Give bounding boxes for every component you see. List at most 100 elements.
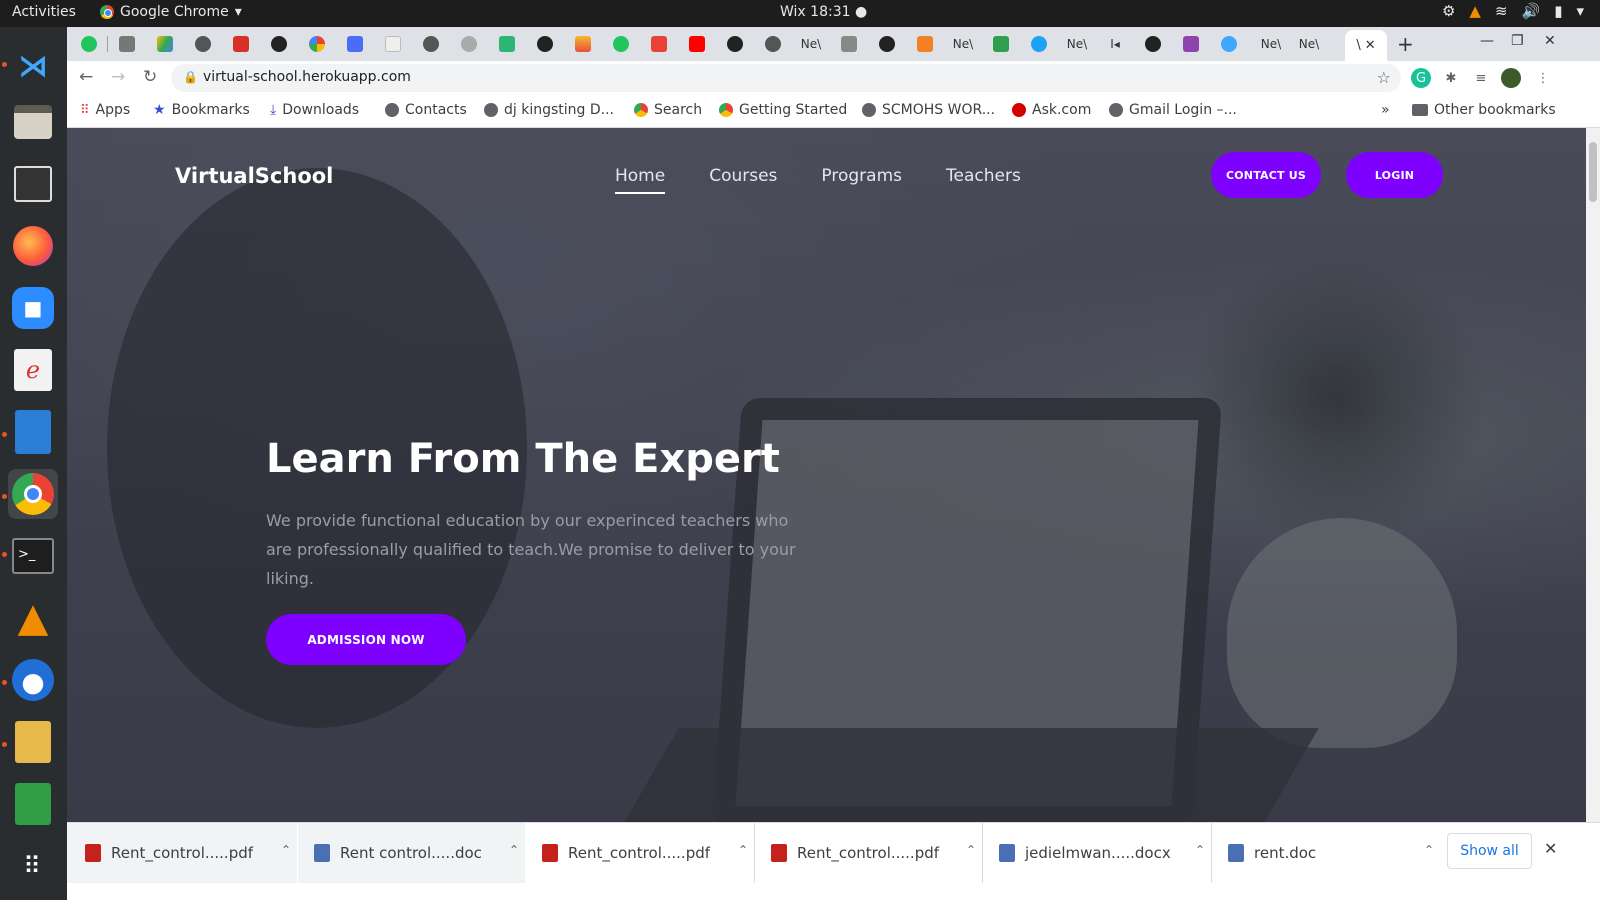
tab[interactable]: Ne\ [947,33,979,55]
chevron-up-icon[interactable]: ⌃ [1195,843,1205,857]
forward-icon[interactable]: → [111,67,125,87]
extension-indicator-icon[interactable]: ⚙ [1442,2,1455,20]
video-editor-icon[interactable] [8,159,58,209]
chrome-dock-icon[interactable] [8,469,58,519]
tab[interactable] [605,33,637,55]
tab[interactable] [377,33,409,55]
menu-kebab-icon[interactable]: ⋮ [1533,68,1553,88]
tab[interactable] [491,33,523,55]
nav-programs[interactable]: Programs [821,166,902,186]
download-item[interactable]: Rent_control.....pdf ⌃ [67,823,297,883]
other-bookmarks[interactable]: Other bookmarks [1412,102,1556,118]
admission-now-button[interactable]: ADMISSION NOW [266,614,466,665]
activities-button[interactable]: Activities [12,4,76,20]
calc-icon[interactable] [8,779,58,829]
bookmark-star-icon[interactable]: ☆ [1377,68,1391,87]
maximize-icon[interactable]: ❐ [1511,33,1524,49]
new-tab-button[interactable]: + [1397,32,1414,56]
firefox-icon[interactable] [8,221,58,271]
close-window-icon[interactable]: ✕ [1544,33,1556,49]
tab[interactable]: Ne\ [1293,33,1325,55]
tab[interactable] [339,33,371,55]
nav-home[interactable]: Home [615,166,666,194]
chevron-up-icon[interactable]: ⌃ [509,843,519,857]
tab[interactable] [567,33,599,55]
bookmark-contacts[interactable]: Contacts [385,102,467,118]
tab[interactable] [1023,33,1055,55]
clock[interactable]: Wix 18:31 ● [780,4,867,20]
tab[interactable] [73,33,105,55]
download-item[interactable]: Rent control.....doc ⌃ [298,823,525,883]
contact-us-button[interactable]: CONTACT US [1211,152,1321,198]
download-item[interactable]: rent.doc ⌃ [1212,823,1440,883]
site-logo[interactable]: VirtualSchool [175,164,333,188]
vlc-tray-icon[interactable]: ▲ [1469,2,1481,20]
files-icon[interactable] [8,97,58,147]
tab[interactable]: Ne\ [1255,33,1287,55]
bookmark-bookmarks[interactable]: ★ Bookmarks [153,102,250,118]
show-all-button[interactable]: Show all [1447,833,1532,869]
tab[interactable] [681,33,713,55]
terminal-icon[interactable]: >_ [8,531,58,581]
media-control-icon[interactable]: ≡ [1471,68,1491,88]
tab[interactable] [871,33,903,55]
chevron-down-icon[interactable]: ▾ [1576,2,1584,20]
thunderbird-icon[interactable] [8,655,58,705]
tab[interactable]: I ◂ [1099,33,1131,55]
zoom-icon[interactable]: ■ [8,283,58,333]
tab[interactable] [453,33,485,55]
chevron-up-icon[interactable]: ⌃ [1424,843,1434,857]
volume-icon[interactable]: 🔊 [1522,2,1541,20]
scrollbar-thumb[interactable] [1589,142,1597,202]
vlc-icon[interactable]: ▲ [8,593,58,643]
reload-icon[interactable]: ↻ [143,67,157,87]
tab[interactable] [909,33,941,55]
bookmarks-overflow-button[interactable]: » [1381,102,1390,118]
tab[interactable] [149,33,181,55]
grammarly-icon[interactable]: G [1411,68,1431,88]
tab[interactable] [1213,33,1245,55]
tab[interactable] [643,33,675,55]
url-text[interactable]: virtual-school.herokuapp.com [203,69,411,85]
close-icon[interactable]: ✕ [1365,38,1376,53]
tab[interactable] [985,33,1017,55]
nav-courses[interactable]: Courses [709,166,777,186]
bookmark-getting-started[interactable]: Getting Started [719,102,847,118]
download-item[interactable]: Rent_control.....pdf ⌃ [755,823,982,883]
tab[interactable]: Ne\ [795,33,827,55]
document-viewer-icon[interactable]: ℯ [8,345,58,395]
tab[interactable]: Ne\ [1061,33,1093,55]
tab[interactable] [1137,33,1169,55]
bookmark-ask[interactable]: Ask.com [1012,102,1091,118]
show-applications-icon[interactable]: ⠿ [8,841,58,891]
bookmark-scmohs[interactable]: SCMOHS WOR... [862,102,995,118]
back-icon[interactable]: ← [79,67,93,87]
battery-icon[interactable]: ▮ [1554,2,1562,20]
bookmark-search[interactable]: Search [634,102,702,118]
active-tab[interactable]: \ ✕ [1345,30,1387,61]
extensions-puzzle-icon[interactable]: ✱ [1441,68,1461,88]
download-item[interactable]: jedielmwan.....docx ⌃ [983,823,1211,883]
lock-icon[interactable]: 🔒 [183,70,198,84]
tab[interactable] [301,33,333,55]
system-tray[interactable]: ⚙ ▲ ≋ 🔊 ▮ ▾ [1442,2,1584,20]
tab[interactable] [833,33,865,55]
tab[interactable] [111,33,143,55]
app-menu[interactable]: Google Chrome ▾ [100,4,242,20]
chevron-up-icon[interactable]: ⌃ [738,843,748,857]
bookmark-gmail-login[interactable]: Gmail Login –... [1109,102,1237,118]
vscode-icon[interactable]: ⋊ [8,41,58,91]
image-viewer-icon[interactable] [8,717,58,767]
bookmark-dj-kingsting[interactable]: dj kingsting D... [484,102,614,118]
tab[interactable] [415,33,447,55]
writer-icon[interactable] [8,407,58,457]
wifi-icon[interactable]: ≋ [1495,2,1508,20]
tab[interactable] [1175,33,1207,55]
page-scrollbar[interactable] [1586,128,1600,822]
chevron-up-icon[interactable]: ⌃ [281,843,291,857]
tab[interactable] [187,33,219,55]
close-icon[interactable]: ✕ [1544,839,1557,858]
bookmark-downloads[interactable]: ⤓ Downloads [270,102,359,118]
chevron-up-icon[interactable]: ⌃ [966,843,976,857]
download-item[interactable]: Rent_control.....pdf ⌃ [526,823,754,883]
